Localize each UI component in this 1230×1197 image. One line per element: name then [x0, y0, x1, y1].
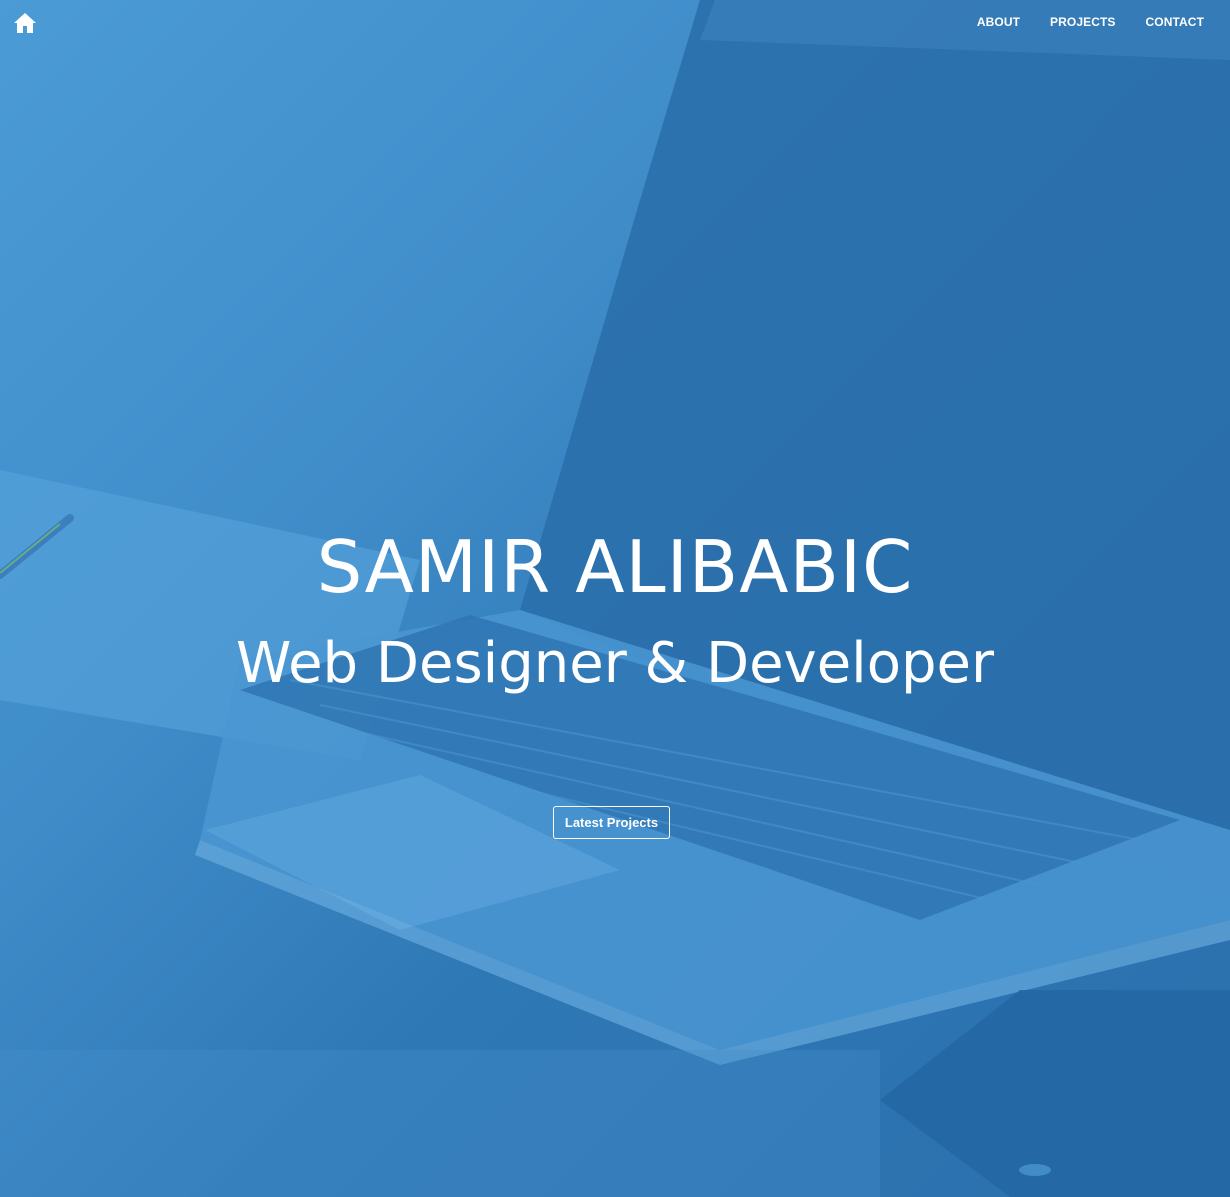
hero-section: ABOUT PROJECTS CONTACT SAMIR ALIBABIC We… [0, 0, 1230, 1197]
nav-link-about[interactable]: ABOUT [977, 14, 1020, 30]
nav-link-projects[interactable]: PROJECTS [1050, 14, 1115, 30]
home-icon [14, 13, 36, 33]
nav-links: ABOUT PROJECTS CONTACT [947, 14, 1204, 30]
nav-link-contact[interactable]: CONTACT [1146, 14, 1204, 30]
latest-projects-button[interactable]: Latest Projects [553, 806, 670, 839]
hero-title: SAMIR ALIBABIC [316, 525, 914, 609]
top-navbar: ABOUT PROJECTS CONTACT [0, 0, 1230, 46]
hero-subtitle: Web Designer & Developer [236, 631, 994, 696]
home-link[interactable] [13, 11, 37, 35]
